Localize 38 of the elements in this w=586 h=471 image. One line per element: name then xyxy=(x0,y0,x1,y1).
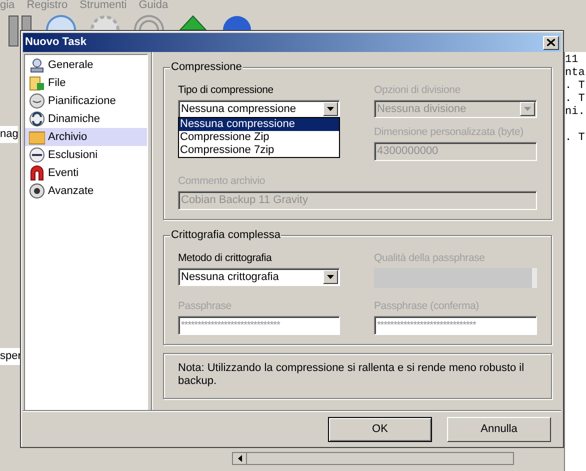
sidebar-item[interactable]: Esclusioni xyxy=(25,146,147,164)
folder-icon xyxy=(29,129,45,145)
field-label: Tipo di compressione xyxy=(178,84,274,97)
monitor-icon xyxy=(29,57,45,73)
log-text: nta xyxy=(565,67,586,80)
sidebar-item[interactable]: Generale xyxy=(25,56,147,74)
close-icon xyxy=(547,39,555,46)
cancel-button[interactable]: Annulla xyxy=(447,416,551,442)
sidebar-item[interactable]: Dinamiche xyxy=(25,110,147,128)
log-text: nag xyxy=(0,126,18,142)
folder-check-icon xyxy=(29,75,45,91)
field-label: Metodo di crittografia xyxy=(178,252,273,265)
dropdown[interactable]: Nessuna crittografia xyxy=(178,268,340,286)
log-text: sper xyxy=(0,348,22,364)
close-button[interactable] xyxy=(543,36,559,50)
note-text: Nota: Utilizzando la compressione si rallenta e si rende meno robusto il backup. xyxy=(178,362,526,388)
group-title: Crittografia complessa xyxy=(170,229,282,242)
group-title: Compressione xyxy=(170,61,243,74)
dropdown[interactable]: Nessuna compressione xyxy=(178,100,340,118)
window-title: Nuovo Task xyxy=(25,35,87,50)
sidebar-item[interactable]: File xyxy=(25,74,147,92)
log-text: . T xyxy=(565,93,586,106)
minus-circle-icon xyxy=(29,147,45,163)
dropdown-option[interactable]: Nessuna compressione xyxy=(179,118,339,131)
ok-button[interactable]: OK xyxy=(328,416,432,442)
refresh-icon xyxy=(29,111,45,127)
log-text: ni. xyxy=(565,106,586,119)
sidebar-item[interactable]: Pianificazione xyxy=(25,92,147,110)
dropdown-option[interactable]: Compressione 7zip xyxy=(179,144,339,157)
left-arrow-icon xyxy=(238,455,242,462)
dropdown-option[interactable]: Compressione Zip xyxy=(179,131,339,144)
log-text: 11 xyxy=(565,54,580,67)
magnet-icon xyxy=(29,165,45,181)
log-text: . T xyxy=(565,132,586,145)
sidebar-item[interactable]: Archivio xyxy=(25,128,147,146)
sidebar-item[interactable]: Avanzate xyxy=(25,182,147,200)
sidebar-item[interactable]: Eventi xyxy=(25,164,147,182)
log-text: . T xyxy=(565,80,586,93)
